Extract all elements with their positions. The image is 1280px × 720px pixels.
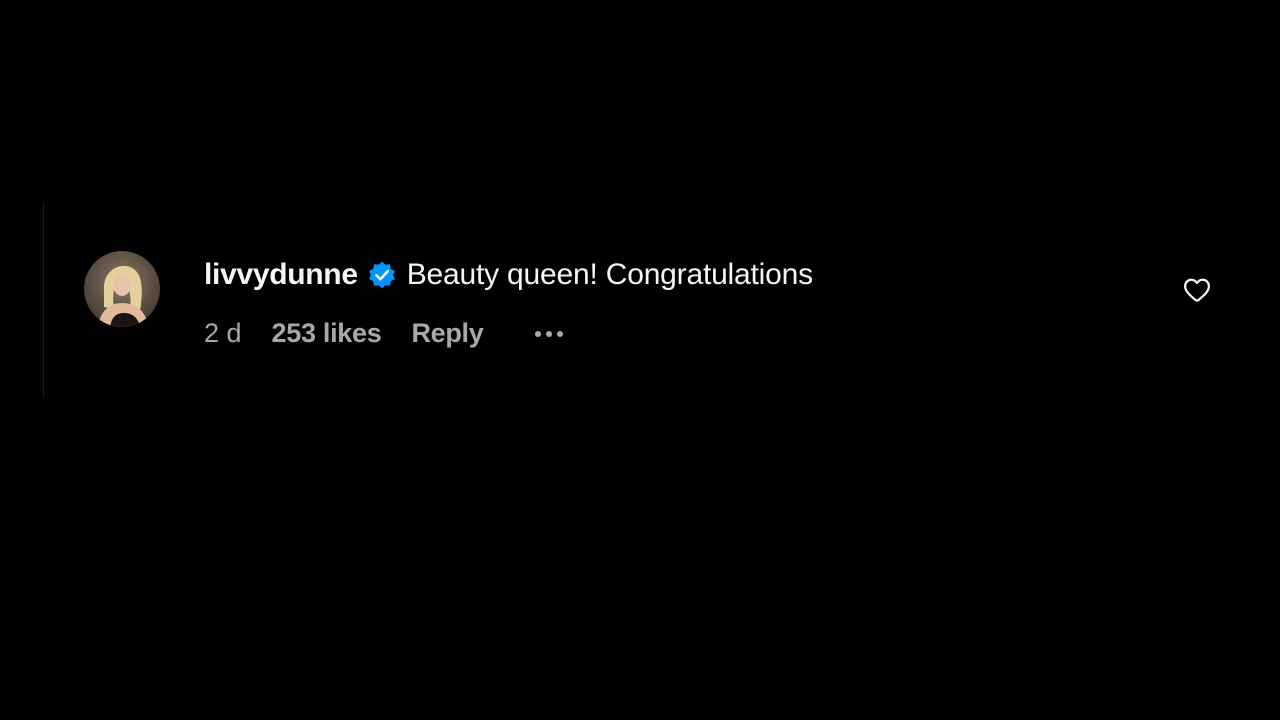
avatar[interactable] (84, 251, 160, 327)
more-options-icon[interactable] (535, 329, 564, 337)
verified-badge-icon (367, 260, 397, 290)
comment-meta: 2 d 253 likes Reply (204, 313, 564, 353)
comment-text: Beauty queen! Congratulations (406, 258, 813, 291)
likes-count[interactable]: 253 likes (272, 318, 382, 349)
heart-outline-icon[interactable] (1182, 275, 1212, 305)
dot (546, 331, 553, 337)
avatar-image (84, 251, 160, 327)
reply-button[interactable]: Reply (411, 318, 483, 349)
dot (535, 331, 542, 337)
dot (557, 331, 564, 337)
username-link[interactable]: livvydunne (204, 258, 358, 292)
comment: livvydunne Beauty queen! Congratulations… (43, 203, 1237, 398)
timestamp[interactable]: 2 d (204, 318, 242, 349)
comment-body: livvydunne Beauty queen! Congratulations (204, 253, 813, 297)
